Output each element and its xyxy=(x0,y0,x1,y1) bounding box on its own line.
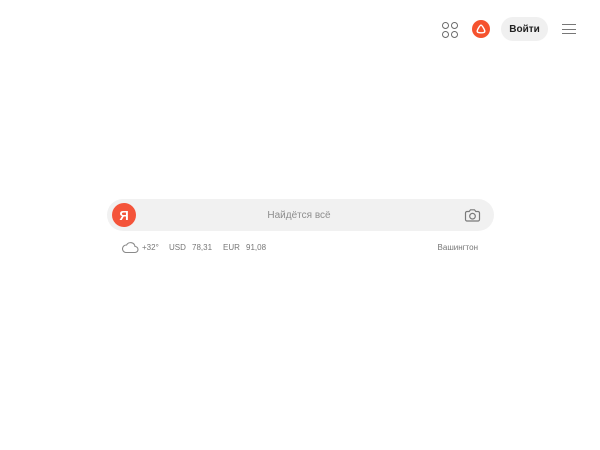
currency-eur-label[interactable]: EUR xyxy=(223,243,240,252)
camera-search-icon[interactable] xyxy=(464,207,481,223)
page: Войти Я +32° USD 78,31 EUR 91,08 Вашингт… xyxy=(0,0,600,450)
apps-grid-icon[interactable] xyxy=(441,21,459,39)
menu-line xyxy=(562,33,576,35)
search-bar: Я xyxy=(107,199,494,231)
currency-eur-value[interactable]: 91,08 xyxy=(246,243,266,252)
search-input[interactable] xyxy=(141,199,457,231)
alice-assistant-icon[interactable] xyxy=(472,20,490,38)
city-link[interactable]: Вашингтон xyxy=(438,243,478,252)
alice-triangle-icon xyxy=(476,24,486,34)
currency-usd-label[interactable]: USD xyxy=(169,243,186,252)
apps-dot xyxy=(442,31,449,38)
login-button[interactable]: Войти xyxy=(501,17,548,41)
apps-dot xyxy=(451,31,458,38)
apps-dot xyxy=(442,22,449,29)
info-row: +32° USD 78,31 EUR 91,08 Вашингтон xyxy=(121,239,481,257)
yandex-logo[interactable]: Я xyxy=(112,203,136,227)
apps-dot xyxy=(451,22,458,29)
cloud-icon[interactable] xyxy=(121,240,139,254)
currency-usd-value[interactable]: 78,31 xyxy=(192,243,212,252)
menu-line xyxy=(562,24,576,26)
hamburger-menu-icon[interactable] xyxy=(562,23,576,35)
menu-line xyxy=(562,28,576,30)
temperature[interactable]: +32° xyxy=(142,243,159,252)
